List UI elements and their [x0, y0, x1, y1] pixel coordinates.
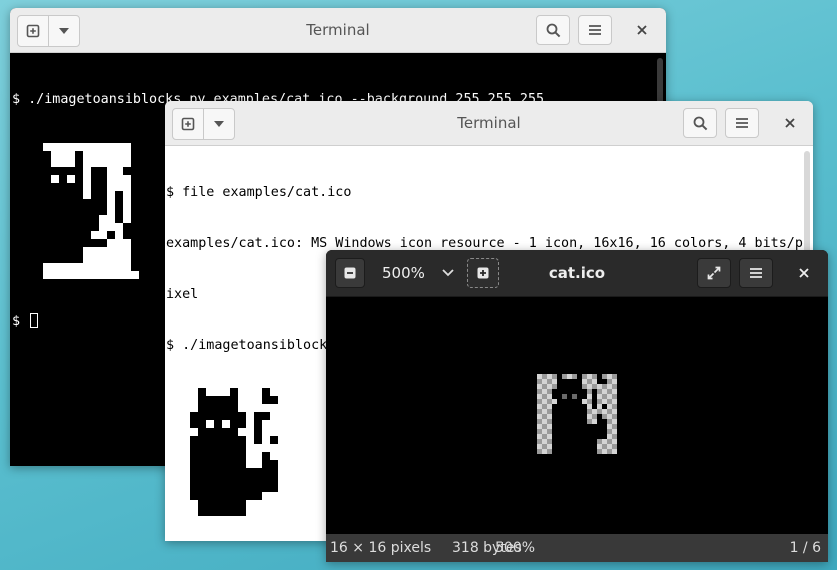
hamburger-menu-icon [736, 118, 748, 128]
menu-button[interactable] [578, 15, 612, 45]
terminal-2-headerbar: Terminal [165, 101, 813, 146]
close-icon [785, 118, 795, 128]
zoom-out-icon [344, 267, 356, 279]
new-tab-menu-button[interactable] [48, 16, 79, 46]
new-tab-menu-button[interactable] [203, 109, 234, 139]
new-tab-button[interactable] [18, 16, 48, 46]
cat-ansi-art-white-background [11, 143, 139, 279]
new-tab-button[interactable] [173, 109, 203, 139]
zoom-out-button[interactable] [335, 258, 365, 288]
close-button[interactable] [775, 108, 805, 138]
image-viewer-window: 500% cat.ico 16 × 16 pixels 318 bytes 50… [326, 250, 828, 562]
image-dimensions: 16 × 16 pixels [330, 540, 432, 556]
new-tab-icon [181, 117, 195, 131]
image-canvas[interactable] [326, 297, 828, 534]
search-button[interactable] [683, 108, 717, 138]
terminal-line: $ file examples/cat.ico [166, 185, 352, 200]
new-tab-icon [26, 24, 40, 38]
close-button[interactable] [789, 258, 819, 288]
hamburger-menu-icon [589, 25, 601, 35]
close-icon [637, 25, 647, 35]
menu-button[interactable] [725, 108, 759, 138]
text-cursor [30, 313, 39, 328]
search-button[interactable] [536, 15, 570, 45]
terminal-1-headerbar: Terminal [10, 8, 666, 53]
viewer-statusbar: 16 × 16 pixels 318 bytes 500% 1 / 6 [326, 534, 828, 562]
search-icon [546, 23, 560, 37]
chevron-down-icon [214, 121, 224, 127]
viewer-headerbar: 500% cat.ico [326, 250, 828, 297]
menu-button[interactable] [739, 258, 773, 288]
cat-icon-image [537, 374, 617, 454]
search-icon [693, 116, 707, 130]
close-button[interactable] [627, 15, 657, 45]
zoom-level-dropdown[interactable]: 500% [370, 258, 462, 288]
zoom-in-icon [477, 267, 489, 279]
image-position-counter: 1 / 6 [789, 540, 821, 556]
new-tab-split-button [17, 15, 80, 47]
chevron-down-icon [59, 28, 69, 34]
prompt: $ [12, 314, 29, 329]
status-zoom: 500% [495, 540, 536, 556]
fullscreen-button[interactable] [697, 258, 731, 288]
zoom-in-button[interactable] [467, 258, 499, 288]
close-icon [799, 268, 809, 278]
new-tab-split-button [172, 108, 235, 140]
chevron-down-icon [442, 269, 454, 277]
hamburger-menu-icon [750, 268, 762, 278]
zoom-level-value: 500% [382, 264, 425, 282]
cat-ansi-art [190, 388, 278, 516]
fullscreen-icon [707, 266, 721, 280]
